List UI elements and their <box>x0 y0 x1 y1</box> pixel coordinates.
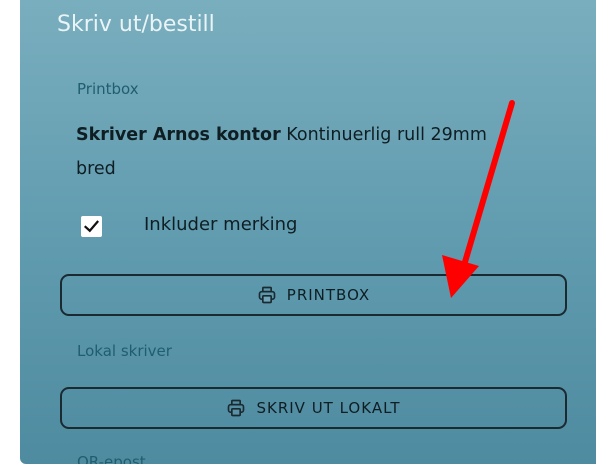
include-marking-checkbox[interactable] <box>81 216 102 237</box>
include-marking-label: Inkluder merking <box>144 214 298 235</box>
printbox-section-label: Printbox <box>77 80 139 98</box>
printer-description: Skriver Arnos kontor Kontinuerlig rull 2… <box>76 118 496 186</box>
printer-icon <box>257 285 277 305</box>
printer-name: Skriver Arnos kontor <box>76 125 281 145</box>
checkmark-icon <box>83 220 100 233</box>
local-printer-section-label: Lokal skriver <box>77 342 172 360</box>
print-local-button[interactable]: SKRIV UT LOKALT <box>60 387 567 429</box>
print-local-button-label: SKRIV UT LOKALT <box>256 399 401 417</box>
print-order-panel: Skriv ut/bestill Printbox Skriver Arnos … <box>20 0 596 464</box>
panel-title: Skriv ut/bestill <box>57 12 215 37</box>
printbox-button[interactable]: PRINTBOX <box>60 274 567 316</box>
qr-email-section-label: QR-epost <box>77 453 146 464</box>
printbox-button-label: PRINTBOX <box>286 286 371 304</box>
printer-icon <box>226 398 246 418</box>
